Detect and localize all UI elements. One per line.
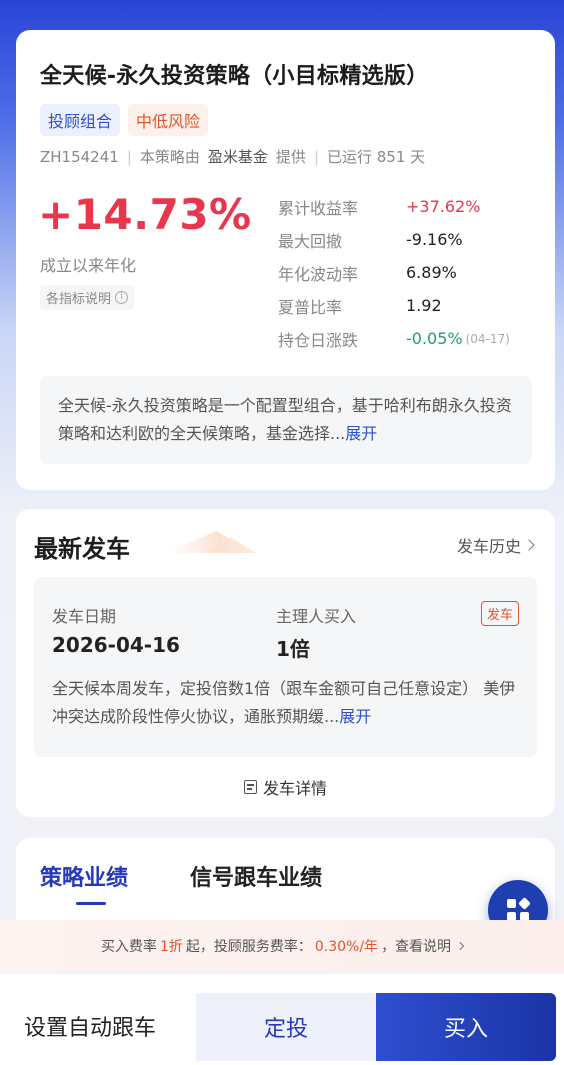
document-icon <box>243 780 257 794</box>
launch-date-value: 2026-04-16 <box>52 633 180 657</box>
provided-by-prefix: 本策略由 <box>139 148 200 166</box>
launch-description: 全天候本周发车，定投倍数1倍（跟车金额可自己任意设定） 美伊冲突达成阶段性停火协… <box>52 675 522 731</box>
metric-sharpe: 夏普比率 1.92 <box>278 289 510 322</box>
info-icon: i <box>115 291 129 304</box>
history-label: 发车历史 <box>456 537 521 556</box>
metric-value: 6.89% <box>406 263 457 282</box>
metric-value: +37.62% <box>406 197 481 216</box>
tag-risk-level: 中低风险 <box>128 104 209 136</box>
strategy-meta: ZH154241 | 本策略由 盈米基金 提供 | 已运行 851 天 <box>40 146 425 167</box>
launch-history-link[interactable]: 发车历史 <box>456 533 535 557</box>
description-text: 全天候-永久投资策略是一个配置型组合，基于哈利布朗永久投资策略和达利欧的全天候策… <box>58 396 512 443</box>
launch-info-box: 发车日期 2026-04-16 主理人买入 1倍 发车 全天候本周发车，定投倍数… <box>34 577 537 757</box>
launch-status-badge: 发车 <box>480 601 519 626</box>
provider-name: 盈米基金 <box>207 148 268 166</box>
metric-label: 持仓日涨跌 <box>278 330 359 350</box>
metric-label: 累计收益率 <box>278 198 359 218</box>
provided-by-suffix: 提供 <box>275 148 306 166</box>
launch-description-text: 全天候本周发车，定投倍数1倍（跟车金额可自己任意设定） 美伊冲突达成阶段性停火协… <box>52 679 516 726</box>
strategy-description: 全天候-永久投资策略是一个配置型组合，基于哈利布朗永久投资策略和达利欧的全天候策… <box>40 376 532 464</box>
metric-label: 夏普比率 <box>278 297 343 317</box>
tab-signal-follow-performance[interactable]: 信号跟车业绩 <box>190 860 322 892</box>
manager-buy-label: 主理人买入 <box>276 607 357 626</box>
auto-follow-button[interactable]: 设置自动跟车 <box>24 1010 156 1042</box>
active-tab-indicator <box>76 902 106 905</box>
strategy-summary-card: 全天候-永久投资策略（小目标精选版） 投顾组合 中低风险 ZH154241 | … <box>16 30 555 490</box>
fee-suffix: ，查看说明 <box>381 939 452 955</box>
metric-label: 最大回撤 <box>278 231 343 251</box>
metric-max-drawdown: 最大回撤 -9.16% <box>278 223 510 256</box>
chevron-right-icon <box>523 539 535 551</box>
metrics-help-label: 各指标说明 <box>46 292 112 307</box>
tab-strategy-performance[interactable]: 策略业绩 <box>40 860 128 892</box>
expand-launch-link[interactable]: 展开 <box>339 707 371 726</box>
bottom-action-bar: 设置自动跟车 定投 买入 <box>0 974 564 1065</box>
metric-date: (04-17) <box>465 331 510 346</box>
metric-value: -9.16% <box>406 230 463 249</box>
buy-fee-rate: 1折 <box>159 939 183 955</box>
manager-buy-value: 1倍 <box>276 637 310 661</box>
metric-label: 年化波动率 <box>278 264 359 284</box>
service-fee-rate: 0.30%/年 <box>314 939 379 955</box>
annualized-return: +14.73% <box>38 190 252 239</box>
buy-button[interactable]: 买入 <box>376 993 556 1061</box>
annualized-label: 成立以来年化 <box>40 256 137 275</box>
metric-cumulative-return: 累计收益率 +37.62% <box>278 190 510 223</box>
regular-invest-button[interactable]: 定投 <box>196 993 376 1061</box>
latest-launch-card: 最新发车 发车历史 发车日期 2026-04-16 主理人买入 1倍 发车 全天… <box>16 509 555 817</box>
metric-value: -0.05% <box>406 329 463 348</box>
launch-detail-link[interactable]: 发车详情 <box>16 775 555 799</box>
running-days: 已运行 851 天 <box>327 148 426 166</box>
decoration-graphic <box>166 531 256 553</box>
strategy-tags: 投顾组合 中低风险 <box>40 104 209 136</box>
strategy-title: 全天候-永久投资策略（小目标精选版） <box>40 64 429 89</box>
launch-detail-label: 发车详情 <box>262 779 327 798</box>
fee-info-bar[interactable]: 买入费率 1折 起，投顾服务费率： 0.30%/年 ，查看说明 <box>0 920 564 972</box>
launch-date-label: 发车日期 <box>52 607 117 626</box>
metric-value: 1.92 <box>406 296 442 315</box>
metric-volatility: 年化波动率 6.89% <box>278 256 510 289</box>
metric-daily-change: 持仓日涨跌 -0.05% (04-17) <box>278 322 510 355</box>
metrics-help-button[interactable]: 各指标说明 i <box>40 285 135 310</box>
fee-mid-text: 起，投顾服务费率： <box>185 939 312 955</box>
metrics-list: 累计收益率 +37.62% 最大回撤 -9.16% 年化波动率 6.89% 夏普… <box>278 190 510 355</box>
chevron-right-icon <box>455 941 465 951</box>
tag-advisory-portfolio: 投顾组合 <box>40 104 121 136</box>
meta-divider: | <box>126 147 132 166</box>
fee-prefix: 买入费率 <box>100 939 157 955</box>
section-title: 最新发车 <box>34 535 130 563</box>
meta-divider: | <box>313 147 319 166</box>
expand-description-link[interactable]: 展开 <box>345 424 377 443</box>
strategy-code: ZH154241 <box>40 147 119 166</box>
